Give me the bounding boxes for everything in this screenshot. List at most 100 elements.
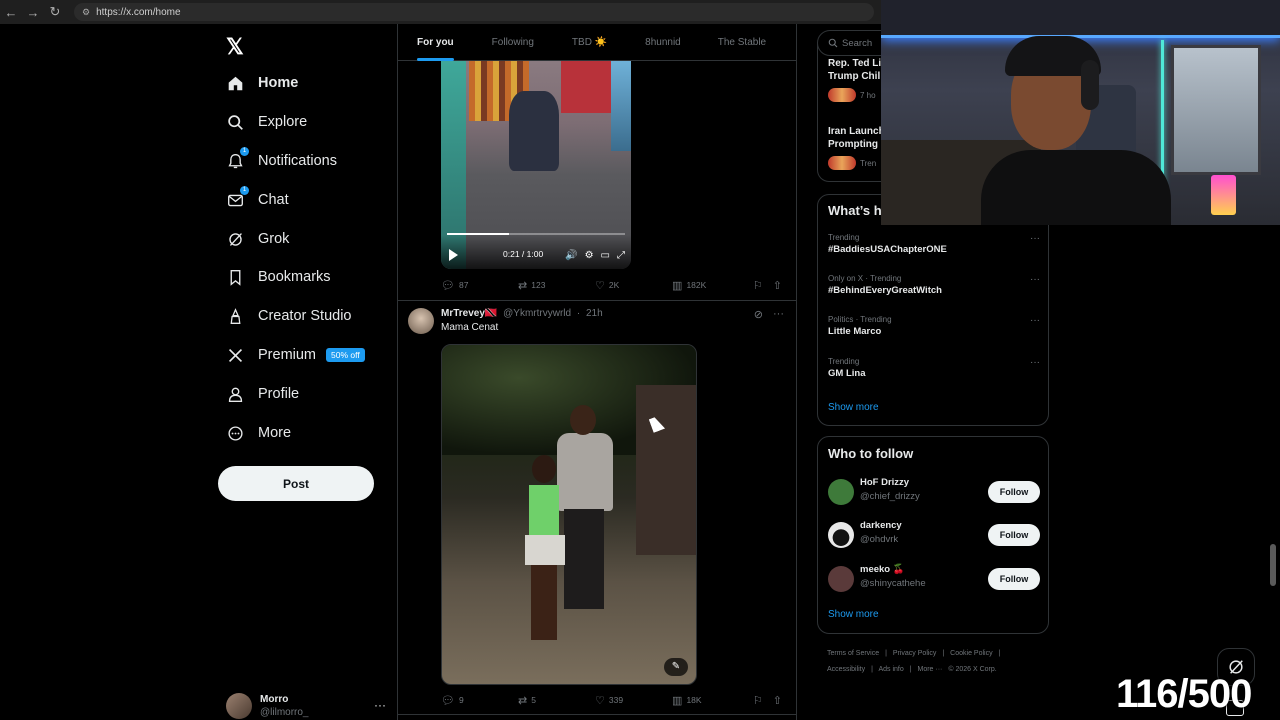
avatar [828,566,854,592]
trends-card: What’s h Trending #BaddiesUSAChapterONE ·… [817,194,1049,426]
footer-links: Terms of Service | Privacy Policy | Cook… [827,650,1001,673]
nav-notifications[interactable]: 1 Notifications [226,146,337,176]
x-logo-icon[interactable]: 𝕏 [226,34,244,60]
share-button[interactable]: ⇧ [773,279,786,292]
avatar [828,479,854,505]
trend-more-icon[interactable]: ··· [1030,274,1040,285]
search-icon [226,113,244,131]
account-handle: @lilmorro_ [260,707,309,718]
volume-icon[interactable]: 🔊 [565,250,577,261]
tab-the-stable[interactable]: The Stable [718,24,766,61]
suggestion-handle: @ohdvrk [860,534,899,545]
follow-button[interactable]: Follow [988,568,1040,590]
footer-link[interactable]: Ads info [878,666,903,673]
nav-more[interactable]: More [226,418,291,448]
trend-item[interactable]: Trending #BaddiesUSAChapterONE ··· [828,233,1040,255]
nav-profile[interactable]: Profile [226,379,299,409]
timeline-tabs: For you Following TBD ☀️ 8hunnid The Sta… [398,24,796,61]
trend-more-icon[interactable]: ··· [1030,357,1040,368]
tweet-display-name[interactable]: MrTrevey🇹🇹 [441,308,497,319]
scrollbar[interactable] [1270,544,1276,586]
grok-icon[interactable]: ⊘ [754,308,763,321]
settings-icon[interactable]: ⚙ [585,250,594,261]
trend-item[interactable]: Trending GM Lina ··· [828,357,1040,379]
follow-button[interactable]: Follow [988,481,1040,503]
views-button[interactable]: ▥ 182K [672,279,753,292]
repost-count: 123 [531,280,546,290]
tweet-actions: 💬︎ 87 ⇄ 123 ♡ 2K ▥ 182K ⚐ ⇧ [441,277,786,293]
news-item-title[interactable]: Rep. Ted Li Trump Chil [828,57,888,83]
more-icon[interactable]: ··· [773,308,784,321]
nav-home[interactable]: Home [226,68,298,98]
reply-count: 87 [458,280,469,290]
tweet-actions: 💬︎ 9 ⇄ 5 ♡ 339 ▥ 18K ⚐ ⇧ [441,692,786,708]
tab-following[interactable]: Following [492,24,534,61]
share-button[interactable]: ⇧ [773,694,786,707]
repost-button[interactable]: ⇄ 123 [518,279,595,292]
video-player[interactable]: 0:21 / 1:00 🔊 ⚙ ▭ ⤢ [441,61,631,269]
tweet-photo[interactable]: ✎ [441,344,697,685]
trend-item[interactable]: Only on X · Trending #BehindEveryGreatWit… [828,274,1040,296]
url-text: https://x.com/home [96,6,181,18]
nav-chat[interactable]: 1 Chat [226,185,289,215]
reload-icon[interactable]: ↻ [44,4,66,20]
bookmark-icon: ⚐ [753,279,763,292]
fullscreen-icon[interactable]: ⤢ [617,250,625,261]
pip-icon[interactable]: ▭ [601,250,610,261]
video-progress-bar[interactable] [447,233,625,235]
follow-suggestion[interactable]: HoF Drizzy @chief_drizzy Follow [828,477,1040,509]
like-button[interactable]: ♡ 2K [595,279,672,292]
back-icon[interactable]: ← [0,5,22,20]
nav-premium[interactable]: Premium 50% off [226,340,365,370]
tab-tbd[interactable]: TBD ☀️ [572,24,607,61]
home-icon [226,74,244,92]
footer-link[interactable]: Accessibility [827,666,865,673]
nav-creator-studio[interactable]: Creator Studio [226,301,352,331]
footer-link[interactable]: Privacy Policy [893,650,937,657]
bookmark-button[interactable]: ⚐ [753,279,773,292]
heart-icon: ♡ [595,279,605,292]
nav-explore[interactable]: Explore [226,107,307,137]
news-item-title[interactable]: Iran Launch Prompting [828,125,888,151]
views-button[interactable]: ▥ 18K [672,694,753,707]
post-button[interactable]: Post [218,466,374,501]
reply-button[interactable]: 💬︎ 9 [441,694,518,707]
trend-more-icon[interactable]: ··· [1030,233,1040,244]
footer-link[interactable]: More ··· [918,666,943,673]
follow-button[interactable]: Follow [988,524,1040,546]
account-more-icon[interactable]: ··· [374,698,386,712]
bell-icon: 1 [226,147,249,170]
nav-grok[interactable]: Grok [226,224,289,254]
account-switcher[interactable]: Morro @lilmorro_ ··· [226,692,386,720]
trend-more-icon[interactable]: ··· [1030,315,1040,326]
bookmark-button[interactable]: ⚐ [753,694,773,707]
suggestion-handle: @shinycathehe [860,578,926,589]
views-icon: ▥ [672,694,683,707]
follow-suggestion[interactable]: darkency @ohdvrk Follow [828,520,1040,552]
repost-icon: ⇄ [518,694,528,707]
edit-image-icon[interactable]: ✎ [664,658,688,676]
footer-link[interactable]: Terms of Service [827,650,879,657]
tab-8hunnid[interactable]: 8hunnid [645,24,681,61]
mail-icon: 1 [226,186,249,209]
like-button[interactable]: ♡ 339 [595,694,672,707]
follow-show-more[interactable]: Show more [828,609,879,620]
play-icon[interactable] [449,249,458,261]
avatar-stack [828,156,856,170]
tab-for-you[interactable]: For you [417,24,454,61]
trends-show-more[interactable]: Show more [828,402,879,413]
tweet-handle[interactable]: @Ykmrtrvywrld [503,308,571,319]
tweet-header: MrTrevey🇹🇹 @Ykmrtrvywrld · 21h Mama Cena… [408,308,788,342]
footer-link[interactable]: Cookie Policy [950,650,992,657]
reply-button[interactable]: 💬︎ 87 [441,279,518,292]
trend-item[interactable]: Politics · Trending Little Marco ··· [828,315,1040,337]
nav-bookmarks[interactable]: Bookmarks [226,262,331,292]
address-bar[interactable]: ⚙ https://x.com/home [74,3,874,21]
site-info-icon[interactable]: ⚙ [82,7,90,18]
forward-icon[interactable]: → [22,5,44,20]
heart-icon: ♡ [595,694,605,707]
avatar[interactable] [408,308,434,334]
tweet-time[interactable]: 21h [586,308,603,319]
repost-button[interactable]: ⇄ 5 [518,694,595,707]
follow-suggestion[interactable]: meeko 🍒 @shinycathehe Follow [828,564,1040,596]
